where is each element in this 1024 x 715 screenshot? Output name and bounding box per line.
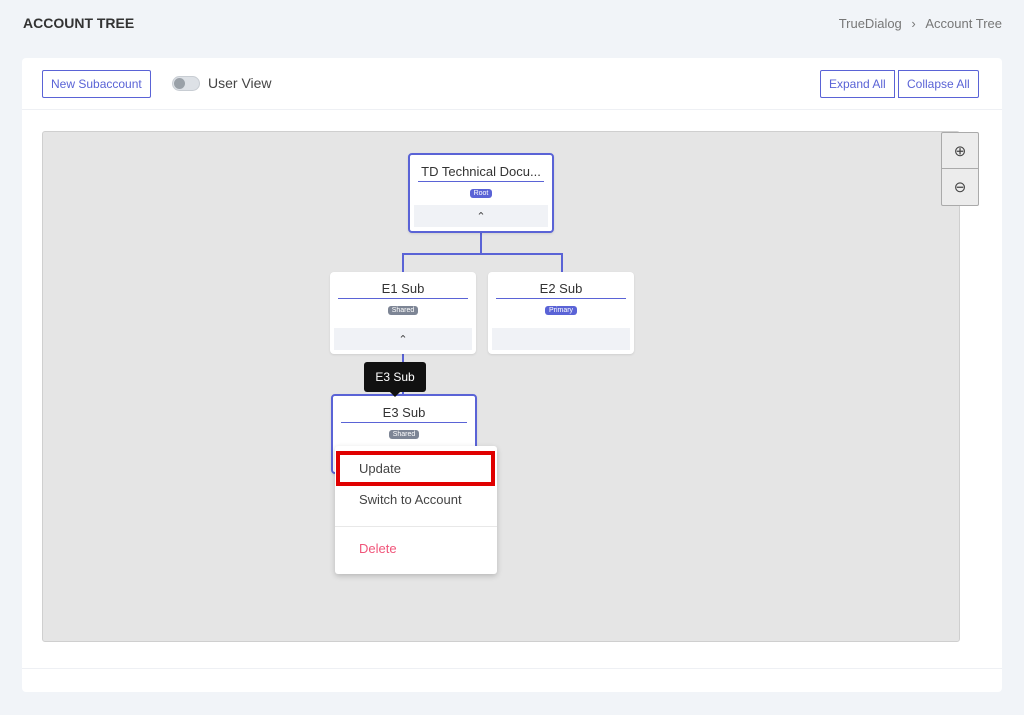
breadcrumb-account-tree: Account Tree: [925, 16, 1002, 31]
menu-divider: [335, 526, 497, 527]
breadcrumb-separator: ›: [911, 16, 916, 31]
page-title: ACCOUNT TREE: [23, 15, 135, 31]
node-name: E2 Sub: [496, 281, 626, 299]
node-badge: Root: [469, 189, 493, 198]
breadcrumb: TrueDialog › Account Tree: [833, 16, 1002, 31]
zoom-out-icon[interactable]: ⊖: [942, 169, 978, 205]
card-footer: [22, 668, 1002, 669]
collapse-all-button[interactable]: Collapse All: [898, 70, 979, 98]
new-subaccount-button[interactable]: New Subaccount: [42, 70, 151, 98]
tree-canvas[interactable]: ⊕ ⊖ TD Technical Docu... Root ⌃ E1 Sub S…: [42, 131, 979, 642]
zoom-controls: ⊕ ⊖: [941, 132, 979, 206]
tree-node-e2[interactable]: E2 Sub Primary: [488, 272, 634, 354]
node-name: E1 Sub: [338, 281, 468, 299]
tooltip: E3 Sub: [364, 362, 426, 397]
card-toolbar: New Subaccount User View Expand All Coll…: [22, 58, 1002, 110]
connector: [561, 253, 563, 273]
tree-node-root[interactable]: TD Technical Docu... Root ⌃: [408, 153, 554, 233]
connector: [402, 253, 563, 255]
breadcrumb-truedialog[interactable]: TrueDialog: [839, 16, 902, 31]
node-badge: Shared: [388, 430, 420, 439]
node-name: TD Technical Docu...: [418, 164, 544, 182]
menu-item-update[interactable]: Update: [359, 461, 401, 476]
connector: [402, 253, 404, 273]
collapse-chevron-icon[interactable]: ⌃: [334, 328, 472, 350]
tree-node-e1[interactable]: E1 Sub Shared ⌃: [330, 272, 476, 354]
account-tree-card: New Subaccount User View Expand All Coll…: [22, 58, 1002, 692]
node-badge: Primary: [544, 306, 578, 315]
expand-all-button[interactable]: Expand All: [820, 70, 895, 98]
collapse-chevron-icon[interactable]: ⌃: [414, 205, 548, 227]
node-badge: Shared: [387, 306, 419, 315]
user-view-label: User View: [208, 75, 272, 91]
menu-item-delete[interactable]: Delete: [359, 541, 397, 556]
zoom-in-icon[interactable]: ⊕: [942, 133, 978, 169]
user-view-toggle[interactable]: [172, 76, 200, 91]
node-footer: [492, 328, 630, 350]
menu-item-switch-to-account[interactable]: Switch to Account: [359, 492, 462, 507]
connector: [480, 232, 482, 254]
node-name: E3 Sub: [341, 405, 467, 423]
context-menu: Update Switch to Account Delete: [335, 446, 497, 574]
